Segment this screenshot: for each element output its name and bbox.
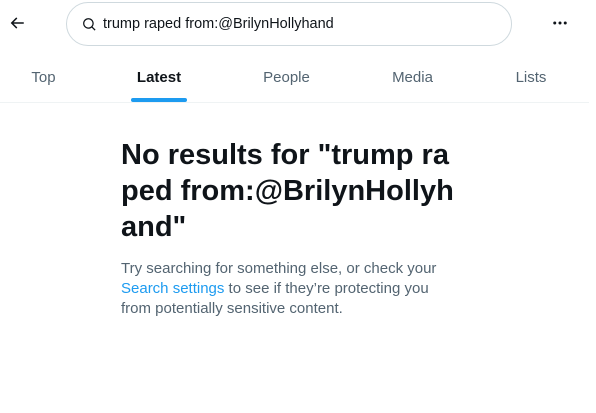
empty-state: No results for "trump raped from:@Brilyn… [121,137,456,319]
tab-lists[interactable]: Lists [483,52,579,102]
top-bar [0,0,596,50]
tab-latest[interactable]: Latest [87,52,231,102]
search-icon [81,16,97,32]
search-input[interactable] [103,16,483,32]
tab-media[interactable]: Media [342,52,483,102]
more-options-button[interactable] [545,8,575,38]
empty-state-text-before: Try searching for something else, or che… [121,260,437,277]
search-tabs: Top Latest People Media Lists [0,52,589,103]
search-box[interactable] [66,2,512,46]
tab-top[interactable]: Top [0,52,87,102]
arrow-left-icon [10,17,24,29]
tab-people[interactable]: People [231,52,342,102]
empty-state-title: No results for "trump raped from:@Brilyn… [121,139,454,243]
back-button[interactable] [4,8,30,38]
active-tab-indicator [131,98,187,102]
search-settings-link[interactable]: Search settings [121,280,224,297]
empty-state-description: Try searching for something else, or che… [121,259,451,319]
ellipsis-icon [553,21,567,25]
